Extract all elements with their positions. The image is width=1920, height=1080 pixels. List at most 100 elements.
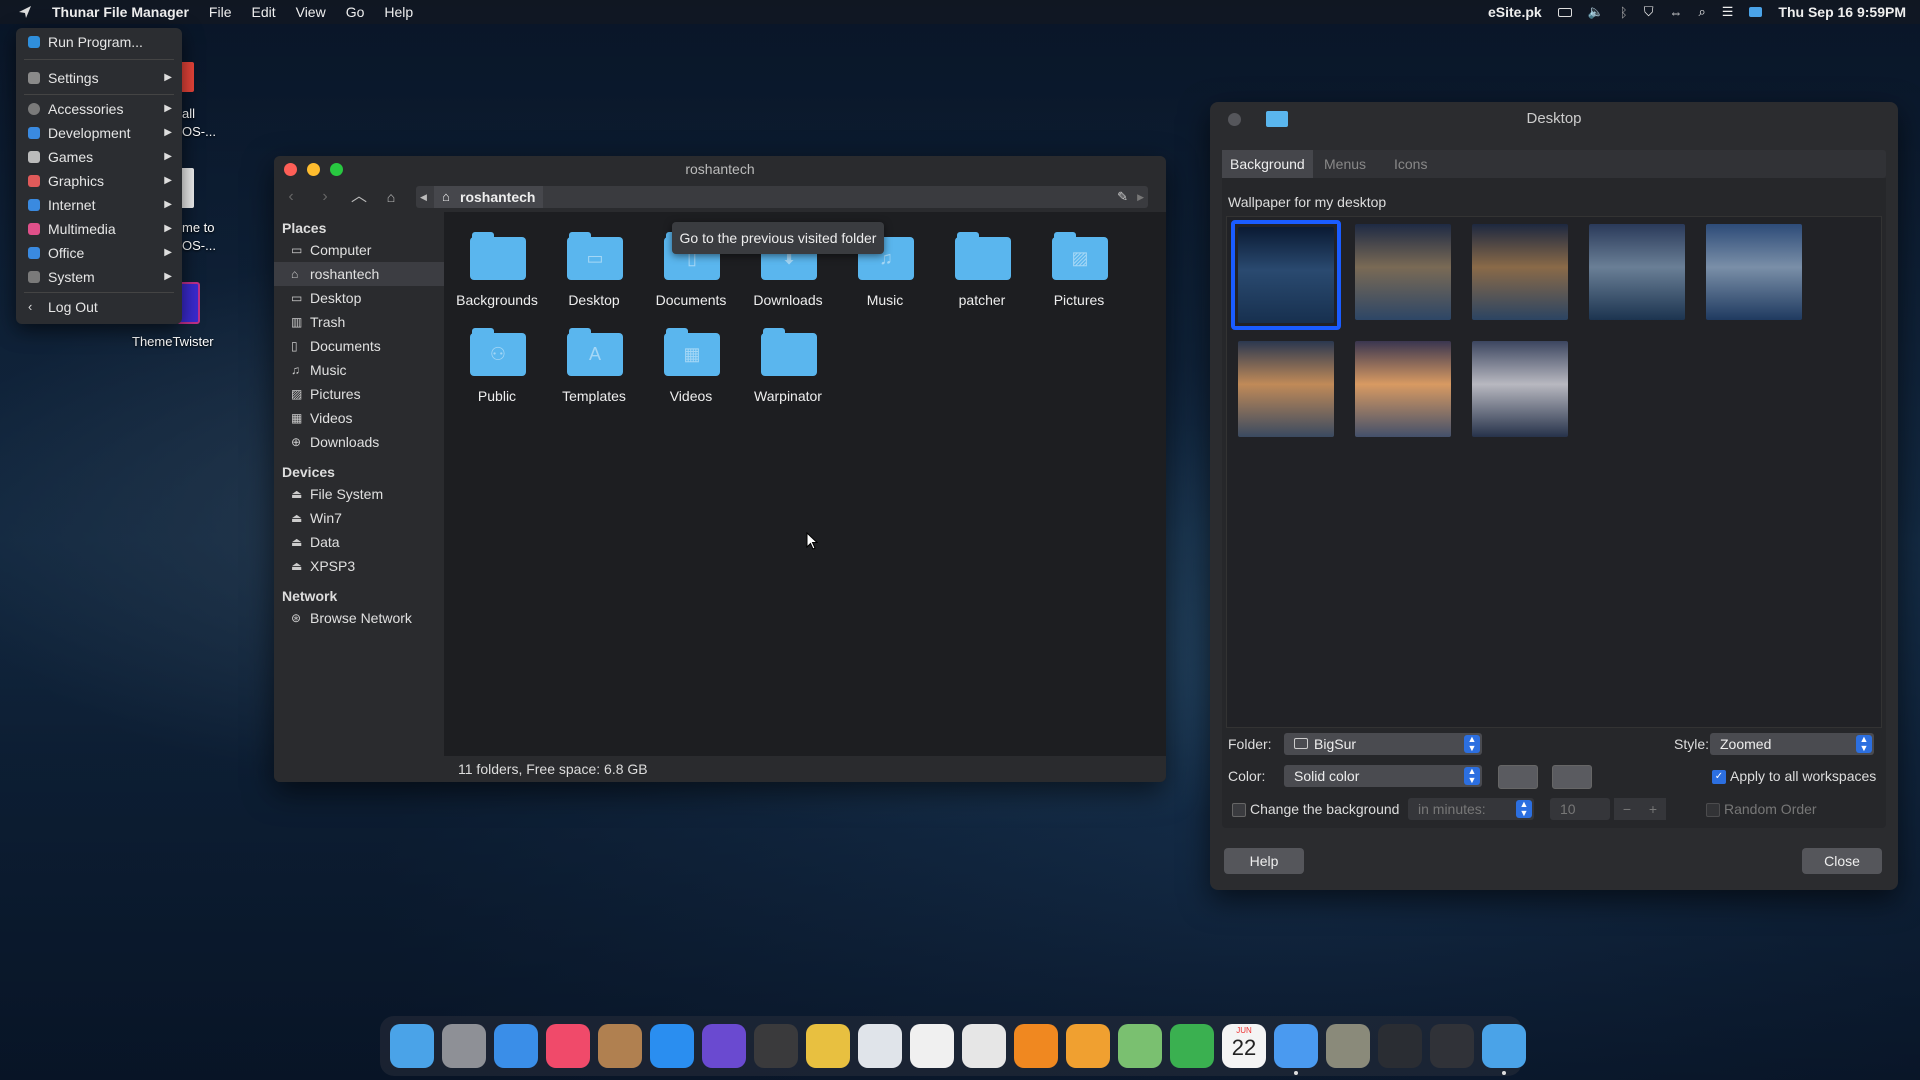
window-title-bar[interactable]: roshantech xyxy=(274,156,1166,182)
screenshot-icon[interactable] xyxy=(702,1024,746,1068)
folder-desktop[interactable]: ▭ Desktop xyxy=(549,232,639,328)
wallpaper-thumb[interactable] xyxy=(1238,227,1334,323)
wallpaper-thumb[interactable] xyxy=(1355,341,1451,437)
folder-patcher[interactable]: patcher xyxy=(937,232,1027,328)
system-preferences-icon[interactable] xyxy=(442,1024,486,1068)
search-icon[interactable]: ⌕ xyxy=(1698,4,1705,20)
file-view[interactable]: Backgrounds ▭ Desktop ▯ Documents ⬇ Down… xyxy=(444,212,1166,782)
menu-file[interactable]: File xyxy=(199,0,242,24)
color-style-select[interactable]: Solid color ▲ ▼ xyxy=(1284,765,1482,787)
parent-folder-button[interactable]: ︿ xyxy=(348,186,370,208)
close-dialog-button[interactable] xyxy=(1228,113,1241,126)
menu-item-games[interactable]: Games ▶ xyxy=(16,145,182,169)
tab-background[interactable]: Background xyxy=(1222,150,1313,178)
folder-pictures[interactable]: ▨ Pictures xyxy=(1034,232,1124,328)
menu-go[interactable]: Go xyxy=(336,0,375,24)
style-select[interactable]: Zoomed ▲ ▼ xyxy=(1710,733,1874,755)
wallpaper-thumb[interactable] xyxy=(1706,224,1802,320)
sidebar-item-trash[interactable]: ▥ Trash xyxy=(274,310,444,334)
system-tool-icon[interactable] xyxy=(1326,1024,1370,1068)
tab-menus[interactable]: Menus xyxy=(1316,150,1374,178)
menu-item-log-out[interactable]: ‹ Log Out xyxy=(16,295,182,319)
photos-icon[interactable] xyxy=(910,1024,954,1068)
wallpaper-thumb[interactable] xyxy=(1589,224,1685,320)
mail-icon[interactable] xyxy=(494,1024,538,1068)
sidebar-item-music[interactable]: ♫ Music xyxy=(274,358,444,382)
wallpaper-thumb[interactable] xyxy=(1238,341,1334,437)
folder-videos[interactable]: ▦ Videos xyxy=(646,328,736,424)
wallpaper-thumb[interactable] xyxy=(1355,224,1451,320)
launchpad-icon[interactable] xyxy=(858,1024,902,1068)
menu-item-development[interactable]: Development ▶ xyxy=(16,121,182,145)
battery-icon[interactable] xyxy=(1557,7,1572,17)
wallpaper-thumb[interactable] xyxy=(1472,224,1568,320)
close-window-button[interactable] xyxy=(284,163,297,176)
files-icon[interactable] xyxy=(390,1024,434,1068)
folder-templates[interactable]: A Templates xyxy=(549,328,639,424)
path-left-arrow-icon[interactable]: ◀ xyxy=(420,186,427,208)
decrement-button[interactable]: − xyxy=(1614,798,1640,820)
dialog-title-bar[interactable]: Desktop xyxy=(1210,102,1898,136)
menu-item-multimedia[interactable]: Multimedia ▶ xyxy=(16,217,182,241)
sidebar-item-videos[interactable]: ▦ Videos xyxy=(274,406,444,430)
menu-item-system[interactable]: System ▶ xyxy=(16,265,182,289)
preview-icon[interactable] xyxy=(1066,1024,1110,1068)
sidebar-item-xpsp3[interactable]: ⏏ XPSP3 xyxy=(274,554,444,578)
menu-help[interactable]: Help xyxy=(374,0,423,24)
location-bar[interactable]: ◀ ⌂ roshantech ✎ ▶ xyxy=(416,186,1148,208)
close-button[interactable]: Close xyxy=(1802,848,1882,874)
bluetooth-icon[interactable]: ᛒ xyxy=(1620,5,1628,20)
edit-path-icon[interactable]: ✎ xyxy=(1117,186,1128,208)
sidebar-item-roshantech[interactable]: ⌂ roshantech xyxy=(274,262,444,286)
menu-item-accessories[interactable]: Accessories ▶ xyxy=(16,97,182,121)
sidebar-item-browse-network[interactable]: ⊛ Browse Network xyxy=(274,606,444,630)
sidebar-item-documents[interactable]: ▯ Documents xyxy=(274,334,444,358)
calculator-icon[interactable] xyxy=(754,1024,798,1068)
home-button[interactable]: ⌂ xyxy=(380,186,402,208)
apply-all-checkbox[interactable]: ✓ xyxy=(1712,770,1726,784)
menu-item-internet[interactable]: Internet ▶ xyxy=(16,193,182,217)
music-icon[interactable] xyxy=(546,1024,590,1068)
shield-icon[interactable]: ⛉ xyxy=(1644,4,1654,20)
text-editor-icon[interactable] xyxy=(962,1024,1006,1068)
tab-icons[interactable]: Icons xyxy=(1386,150,1435,178)
numbers-icon[interactable] xyxy=(1170,1024,1214,1068)
app-name-menu[interactable]: Thunar File Manager xyxy=(42,0,199,24)
sidebar-item-data[interactable]: ⏏ Data xyxy=(274,530,444,554)
change-background-checkbox[interactable] xyxy=(1232,803,1246,817)
app-store-icon[interactable] xyxy=(650,1024,694,1068)
increment-button[interactable]: + xyxy=(1640,798,1666,820)
menu-item-run-program[interactable]: Run Program... xyxy=(16,30,182,54)
folder-tray-icon[interactable] xyxy=(1749,7,1763,17)
menu-view[interactable]: View xyxy=(286,0,336,24)
menu-item-settings[interactable]: Settings ▶ xyxy=(16,66,182,90)
secondary-color-button[interactable] xyxy=(1552,765,1592,789)
maximize-window-button[interactable] xyxy=(330,163,343,176)
minimize-window-button[interactable] xyxy=(307,163,320,176)
random-order-checkbox[interactable] xyxy=(1706,803,1720,817)
sidebar-item-computer[interactable]: ▭ Computer xyxy=(274,238,444,262)
folder-warpinator[interactable]: Warpinator xyxy=(743,328,833,424)
notifications-icon[interactable]: ☰ xyxy=(1722,4,1734,20)
finder-icon[interactable] xyxy=(1274,1024,1318,1068)
activity-monitor-icon[interactable] xyxy=(1378,1024,1422,1068)
interval-unit-select[interactable]: in minutes: ▲ ▼ xyxy=(1408,798,1534,820)
clock[interactable]: Thu Sep 16 9:59PM xyxy=(1778,4,1906,20)
menu-edit[interactable]: Edit xyxy=(241,0,285,24)
menu-item-graphics[interactable]: Graphics ▶ xyxy=(16,169,182,193)
primary-color-button[interactable] xyxy=(1498,765,1538,789)
calendar-icon[interactable]: JUN 22 xyxy=(1222,1024,1266,1068)
menu-item-office[interactable]: Office ▶ xyxy=(16,241,182,265)
desktop-folder-icon[interactable] xyxy=(1482,1024,1526,1068)
sidebar-item-pictures[interactable]: ▨ Pictures xyxy=(274,382,444,406)
system-logo-icon[interactable] xyxy=(18,5,32,19)
back-icon[interactable] xyxy=(1430,1024,1474,1068)
interval-input[interactable]: 10 xyxy=(1550,798,1610,820)
path-right-arrow-icon[interactable]: ▶ xyxy=(1137,186,1144,208)
maps-icon[interactable] xyxy=(1118,1024,1162,1068)
folder-public[interactable]: ⚇ Public xyxy=(452,328,542,424)
path-crumb[interactable]: ⌂ roshantech xyxy=(434,186,544,208)
network-icon[interactable]: ⇔ xyxy=(1669,5,1682,20)
wallpaper-thumb[interactable] xyxy=(1472,341,1568,437)
chrome-icon[interactable] xyxy=(806,1024,850,1068)
